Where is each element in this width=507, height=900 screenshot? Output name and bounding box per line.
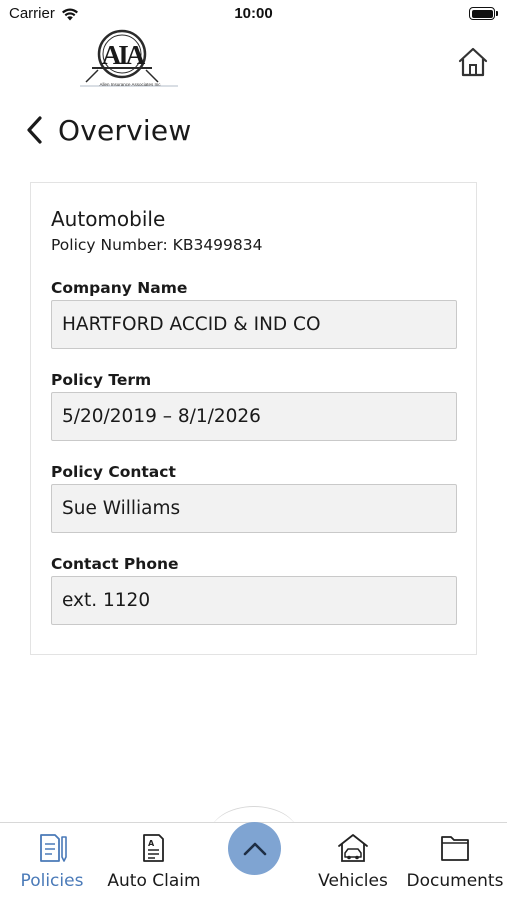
tab-documents-label: Documents [406, 871, 504, 891]
clock: 10:00 [234, 5, 273, 22]
policy-contact-field[interactable]: Sue Williams [51, 484, 457, 533]
vehicles-icon [338, 834, 368, 862]
tab-vehicles-label: Vehicles [318, 871, 388, 891]
policy-type: Automobile [51, 207, 166, 231]
status-bar: Carrier 10:00 [0, 0, 507, 28]
tab-auto-claim-label: Auto Claim [107, 871, 201, 891]
tab-vehicles[interactable]: Vehicles [314, 823, 392, 900]
tab-documents[interactable]: Documents [406, 823, 504, 900]
svg-text:AIA: AIA [102, 40, 146, 70]
svg-text:A: A [148, 839, 155, 848]
contact-phone-label: Contact Phone [51, 555, 179, 573]
tab-policies[interactable]: Policies [12, 823, 92, 900]
back-button[interactable]: Overview [22, 110, 191, 150]
policy-contact-label: Policy Contact [51, 463, 176, 481]
policy-term-label: Policy Term [51, 371, 152, 389]
battery-icon [469, 7, 498, 20]
policy-card: Automobile Policy Number: KB3499834 Comp… [30, 182, 477, 655]
expand-menu-button[interactable] [228, 822, 281, 875]
chevron-up-icon [243, 842, 266, 855]
policy-number: Policy Number: KB3499834 [51, 236, 263, 254]
documents-icon [441, 836, 469, 861]
tab-policies-label: Policies [20, 871, 84, 891]
home-icon[interactable] [455, 44, 491, 80]
policies-icon [40, 834, 67, 862]
tab-auto-claim[interactable]: A Auto Claim [104, 823, 204, 900]
auto-claim-icon: A [143, 834, 164, 862]
contact-phone-field[interactable]: ext. 1120 [51, 576, 457, 625]
company-name-field[interactable]: HARTFORD ACCID & IND CO [51, 300, 457, 349]
company-name-label: Company Name [51, 279, 188, 297]
chevron-left-icon [27, 116, 42, 144]
policy-term-field[interactable]: 5/20/2019 – 8/1/2026 [51, 392, 457, 441]
page-title: Overview [58, 113, 192, 147]
logo-caption: Allen Insurance Associates Inc [99, 82, 161, 87]
